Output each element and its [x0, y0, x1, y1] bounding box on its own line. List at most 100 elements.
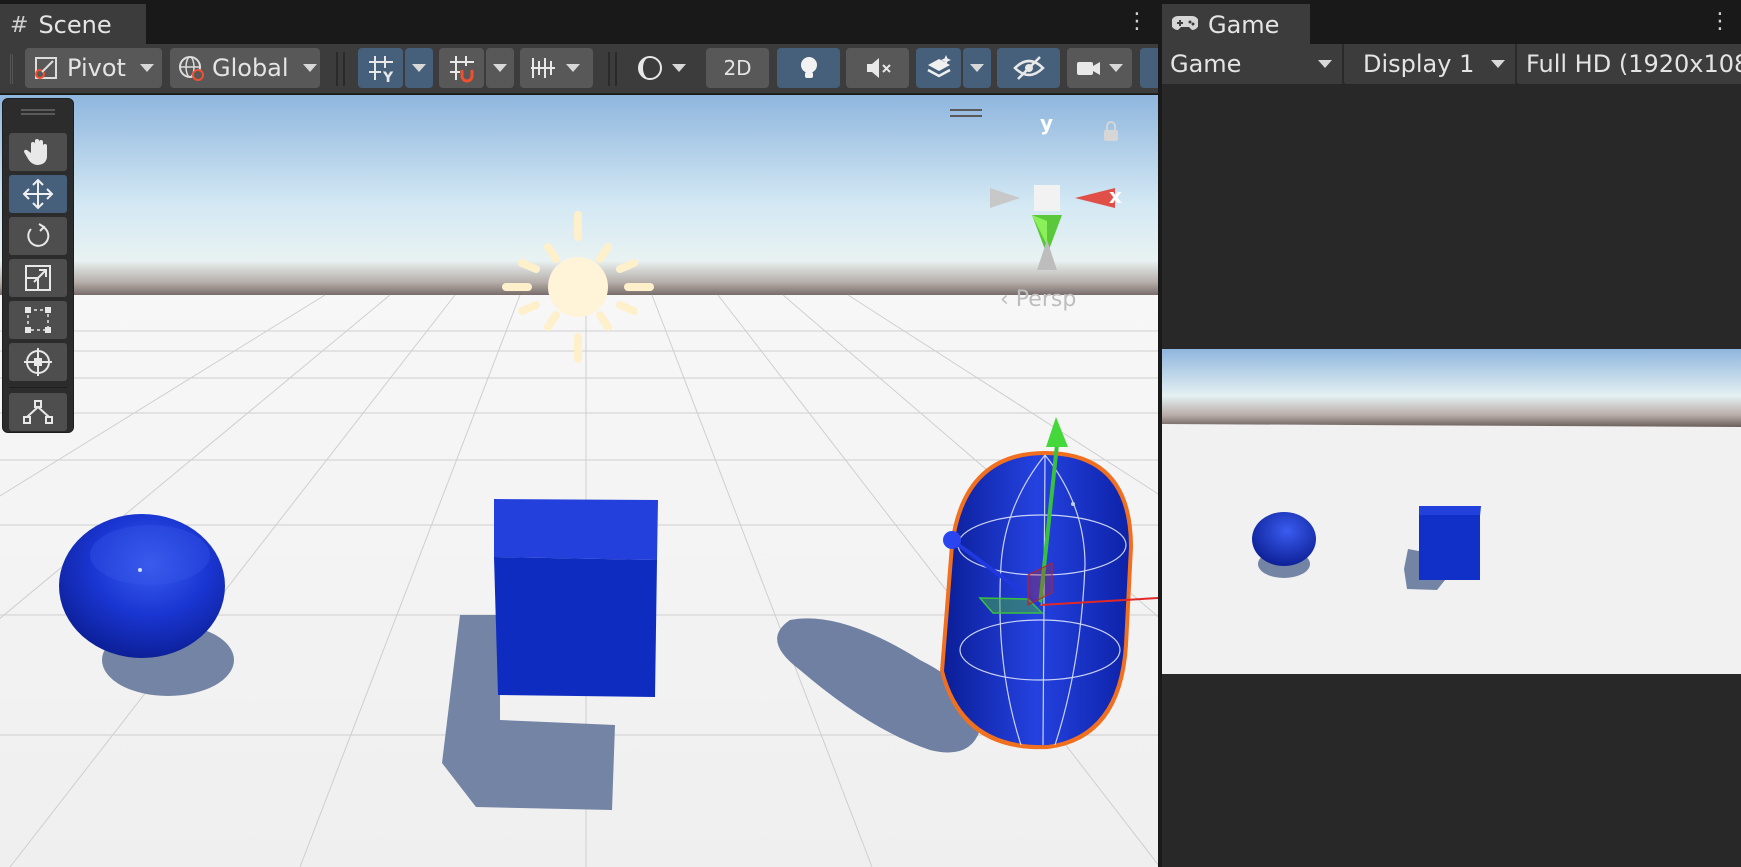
custom-editor-tool-button[interactable]: [9, 393, 67, 431]
game-tab-bar: Game ⋮: [1162, 0, 1741, 44]
game-view-render[interactable]: [1162, 349, 1741, 674]
rotate-tool-button[interactable]: [9, 217, 67, 255]
global-label: Global: [212, 54, 289, 82]
shaded-sphere-icon: [638, 56, 662, 80]
chevron-down-icon: [1491, 60, 1505, 68]
pivot-icon: [35, 57, 57, 79]
effects-layers-icon: [926, 55, 951, 78]
grid-snap-magnet-icon: [449, 56, 474, 83]
display-select[interactable]: Display 1: [1345, 44, 1517, 84]
hand-tool-button[interactable]: [9, 133, 67, 171]
audio-toggle[interactable]: [846, 48, 909, 88]
grid-snapping-button[interactable]: [439, 48, 484, 88]
tool-divider: [9, 387, 67, 388]
game-skybox: [1162, 349, 1741, 427]
persp-label-text: Persp: [1016, 287, 1077, 312]
gizmo-y-label: y: [1040, 111, 1053, 135]
lighting-toggle[interactable]: [777, 48, 840, 88]
chevron-down-icon: [493, 64, 507, 72]
cube-object[interactable]: [494, 557, 657, 697]
globe-icon: [179, 56, 204, 81]
game-cube: [1419, 515, 1480, 580]
eye-hidden-icon: [1012, 56, 1045, 80]
display-select-label: Display 1: [1363, 50, 1475, 78]
resolution-select[interactable]: Full HD (1920x1080: [1518, 44, 1741, 84]
camera-icon: [1077, 62, 1100, 75]
game-more-menu-icon[interactable]: ⋮: [1709, 10, 1731, 34]
gizmo-z-handle[interactable]: [943, 531, 961, 549]
audio-mute-icon: [866, 58, 891, 78]
gizmo-x-label: x: [1109, 184, 1122, 208]
transform-tool-button[interactable]: [9, 343, 67, 381]
chevron-down-icon: [1318, 60, 1332, 68]
lightbulb-icon: [800, 57, 817, 78]
game-sphere: [1252, 512, 1316, 566]
resolution-select-label: Full HD (1920x1080: [1526, 50, 1741, 78]
scene-tab-label: Scene: [38, 11, 112, 39]
tools-overlay: [2, 98, 74, 433]
toolbar-divider: [608, 52, 610, 86]
game-render-canvas: [1162, 349, 1741, 674]
tab-game[interactable]: Game: [1162, 4, 1310, 44]
game-toolbar: Game Display 1 Full HD (1920x1080: [1162, 44, 1741, 84]
overlay-drag-handle-icon[interactable]: [21, 109, 55, 115]
svg-text:Y: Y: [382, 70, 394, 83]
grid-hash-icon: #: [10, 12, 29, 38]
effects-dropdown[interactable]: [963, 48, 991, 88]
toolbar-grip-icon[interactable]: [10, 54, 13, 84]
scene-viewport[interactable]: y x ‹ Persp: [0, 95, 1158, 867]
toolbar-divider: [343, 52, 345, 86]
scene-window: # Scene ⋮ Pivot Global Y 2D y x ‹ Persp: [0, 0, 1158, 867]
camera-settings-dropdown[interactable]: [1067, 48, 1132, 88]
move-arrows-icon: [22, 178, 54, 210]
scene-more-menu-icon[interactable]: ⋮: [1126, 10, 1148, 34]
global-dropdown[interactable]: Global: [170, 48, 320, 88]
scale-icon: [25, 265, 51, 291]
cube-top-face: [494, 499, 658, 560]
scene-tab-bar: # Scene ⋮: [0, 0, 1158, 44]
increment-snap-dropdown[interactable]: [520, 48, 593, 88]
scene-canvas[interactable]: y x ‹ Persp: [0, 95, 1158, 867]
move-tool-button[interactable]: [9, 175, 67, 213]
game-window: Game ⋮ Game Display 1 Full HD (1920x1080: [1162, 0, 1741, 867]
chevron-down-icon: [139, 64, 154, 72]
custom-tool-icon: [23, 400, 53, 424]
transform-all-icon: [24, 348, 52, 376]
chevron-down-icon: [672, 64, 686, 72]
effects-toggle[interactable]: [916, 48, 961, 88]
toolbar-divider: [615, 52, 617, 86]
persp-chevron-icon: ‹: [1000, 287, 1016, 312]
game-view-select-label: Game: [1170, 50, 1242, 78]
chevron-down-icon: [1109, 64, 1123, 72]
persp-label[interactable]: ‹ Persp: [1000, 287, 1076, 312]
rotate-icon: [27, 223, 50, 247]
grid-visibility-dropdown[interactable]: [405, 48, 433, 88]
tab-scene[interactable]: # Scene: [0, 4, 146, 44]
scene-visibility-toggle[interactable]: [997, 48, 1060, 88]
capsule-specular: [1071, 502, 1075, 506]
rect-tool-button[interactable]: [9, 301, 67, 339]
chevron-down-icon: [566, 64, 580, 72]
ruler-snap-icon: [531, 58, 555, 78]
gizmo-center-cube[interactable]: [1034, 185, 1060, 211]
hand-icon: [23, 139, 47, 165]
shading-mode-dropdown[interactable]: [628, 48, 698, 88]
pivot-label: Pivot: [67, 54, 126, 82]
pivot-dropdown[interactable]: Pivot: [25, 48, 162, 88]
chevron-down-icon: [302, 64, 317, 72]
mode-2d-toggle[interactable]: 2D: [706, 48, 769, 88]
grid-snapping-dropdown[interactable]: [486, 48, 514, 88]
scene-toolbar: Pivot Global Y 2D: [0, 44, 1158, 94]
chevron-down-icon: [970, 64, 984, 72]
game-view-select[interactable]: Game: [1162, 44, 1344, 84]
sphere-highlight: [90, 525, 210, 585]
game-cube-top: [1419, 506, 1481, 516]
scale-tool-button[interactable]: [9, 259, 67, 297]
mode-2d-label: 2D: [723, 56, 752, 80]
gamepad-icon: [1171, 13, 1199, 38]
gizmos-toggle[interactable]: [1140, 48, 1158, 88]
toolbar-divider: [336, 52, 338, 86]
sphere-specular: [138, 568, 142, 572]
game-tab-label: Game: [1208, 11, 1280, 39]
grid-visibility-button[interactable]: Y: [358, 48, 403, 88]
